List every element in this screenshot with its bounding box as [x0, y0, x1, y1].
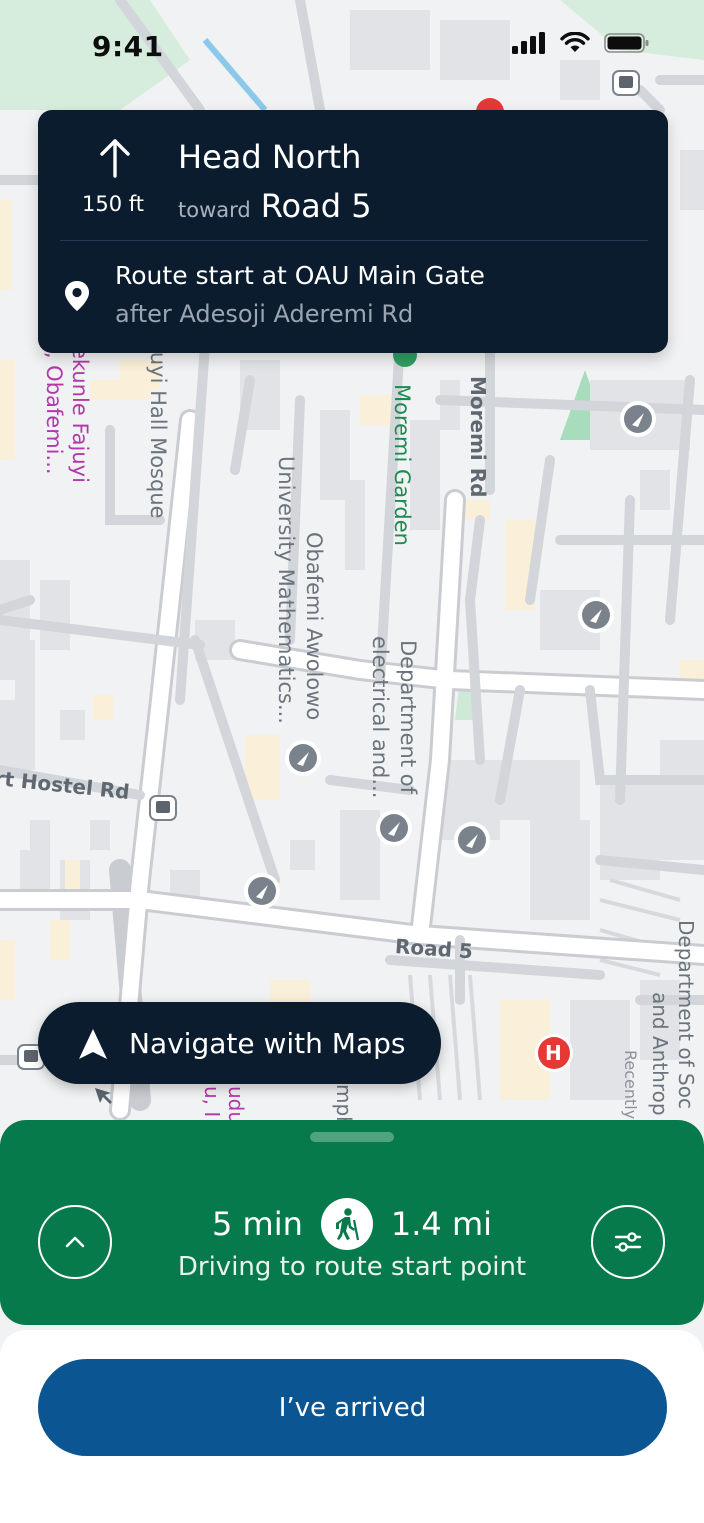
wifi-icon	[560, 32, 590, 52]
trip-summary-sheet[interactable]: 5 min 1.4 mi Driving to route start poin…	[0, 1120, 704, 1325]
navigate-with-maps-button[interactable]: Navigate with Maps	[38, 1002, 441, 1084]
turn-instruction: Head North	[178, 138, 362, 176]
route-start-label: Route start at OAU Main Gate	[115, 261, 485, 290]
toward-label: toward	[178, 198, 251, 222]
navigate-with-maps-label: Navigate with Maps	[129, 1027, 406, 1060]
map-label-dept-soc-1: Department of Soc	[674, 920, 698, 1109]
arrived-button[interactable]: I’ve arrived	[38, 1359, 667, 1456]
trip-distance: 1.4 mi	[390, 1205, 492, 1243]
map-label-moremi-garden: Moremi Garden	[390, 384, 414, 546]
hospital-icon[interactable]: H	[545, 1041, 562, 1065]
turn-distance: 150 ft	[82, 192, 145, 216]
map-label-dept-soc-3: Recently	[621, 1050, 640, 1120]
map-label-moremi-rd: Moremi Rd	[466, 376, 490, 498]
map-label-dept-soc-2: and Anthrop	[648, 992, 672, 1116]
status-bar: 9:41	[0, 0, 704, 96]
map-label-elec-1: Department of	[396, 640, 420, 794]
arrow-up-icon	[100, 139, 130, 178]
map-label-elec-2: electrical and...	[368, 636, 392, 799]
walking-person-icon	[320, 1198, 373, 1250]
location-pin-icon	[65, 281, 89, 311]
toward-road: Road 5	[260, 187, 372, 225]
navigation-arrow-icon	[79, 1029, 107, 1059]
signal-icon	[512, 32, 545, 54]
map-label-math-1: Obafemi Awolowo	[302, 532, 326, 721]
map-label-partial-1: udu	[224, 1086, 248, 1125]
map-label-partial-2: u, I	[200, 1086, 224, 1118]
status-time: 9:41	[92, 30, 164, 63]
trip-duration: 5 min	[212, 1205, 303, 1243]
map-label-math-2: University Mathematics...	[274, 456, 298, 724]
toward-row: toward Road 5	[178, 187, 372, 225]
route-start-sublabel: after Adesoji Aderemi Rd	[115, 300, 414, 328]
card-divider	[60, 240, 648, 241]
map-label-fajuyi-mosque: juyi Hall Mosque	[146, 346, 170, 519]
trip-status-text: Driving to route start point	[177, 1252, 527, 1282]
map-label-fajuyi-hall-2: l, Obafemi...	[42, 346, 66, 475]
battery-icon	[604, 33, 649, 53]
map-label-fajuyi-hall-1: ekunle Fajuyi	[68, 346, 92, 483]
status-icons	[512, 32, 650, 54]
trip-stats-row: 5 min 1.4 mi	[0, 1198, 704, 1250]
sheet-drag-handle[interactable]	[310, 1132, 394, 1142]
